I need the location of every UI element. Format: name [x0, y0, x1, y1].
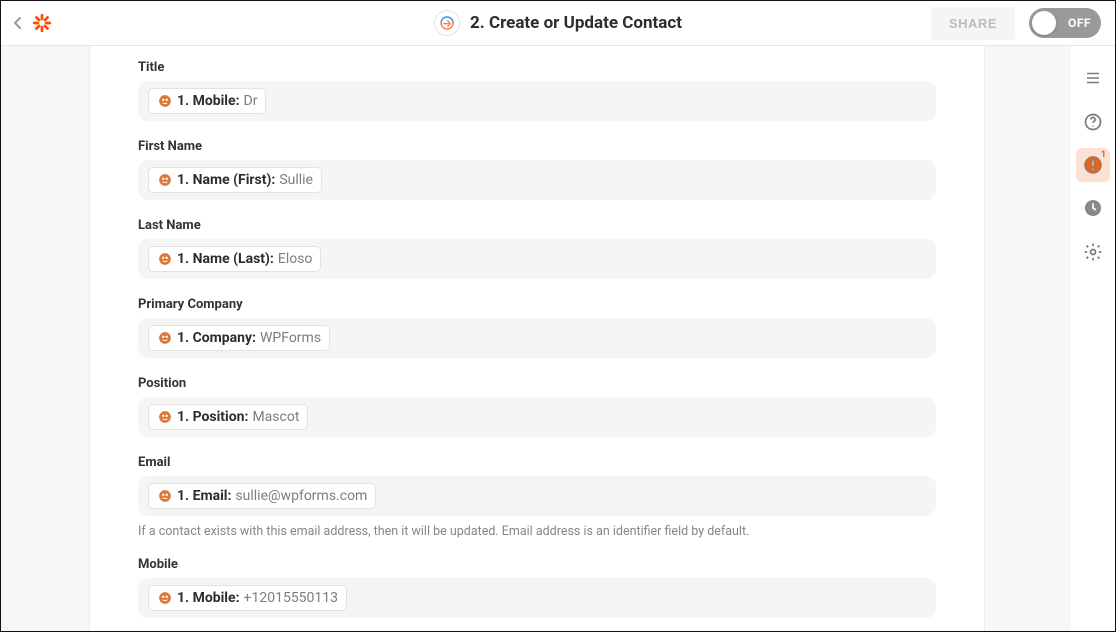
field-input[interactable]: 1. Name (First): Sullie — [138, 160, 936, 200]
value-pill[interactable]: 1. Mobile: Dr — [148, 88, 266, 114]
pill-key: 1. Company: — [177, 330, 256, 346]
pill-value: Sullie — [279, 172, 313, 188]
pill-value: Dr — [244, 93, 258, 109]
outline-icon[interactable] — [1071, 56, 1115, 100]
field-mobile: Mobile 1. Mobile: +12015550113 — [138, 557, 936, 618]
field-input[interactable]: 1. Company: WPForms — [138, 318, 936, 358]
value-pill[interactable]: 1. Company: WPForms — [148, 325, 330, 351]
source-app-icon — [157, 172, 173, 188]
source-app-icon — [157, 330, 173, 346]
pill-value: +12015550113 — [244, 590, 339, 606]
form-panel: Title 1. Mobile: Dr First Name 1. Name (… — [89, 46, 985, 631]
field-first-name: First Name 1. Name (First): Sullie — [138, 139, 936, 200]
help-icon[interactable] — [1071, 100, 1115, 144]
step-title: 2. Create or Update Contact — [434, 10, 682, 36]
field-input[interactable]: 1. Name (Last): Eloso — [138, 239, 936, 279]
zapier-logo-icon — [31, 12, 53, 34]
source-app-icon — [157, 93, 173, 109]
value-pill[interactable]: 1. Mobile: +12015550113 — [148, 585, 347, 611]
pill-key: 1. Mobile: — [177, 93, 240, 109]
field-input[interactable]: 1. Position: Mascot — [138, 397, 936, 437]
share-button[interactable]: SHARE — [931, 7, 1015, 40]
field-input[interactable]: 1. Email: sullie@wpforms.com — [138, 476, 936, 516]
topbar: 2. Create or Update Contact SHARE OFF — [1, 1, 1115, 46]
source-app-icon — [157, 488, 173, 504]
pill-key: 1. Name (First): — [177, 172, 275, 188]
value-pill[interactable]: 1. Name (First): Sullie — [148, 167, 322, 193]
pill-key: 1. Mobile: — [177, 590, 240, 606]
pill-value: sullie@wpforms.com — [235, 488, 367, 504]
field-label: Primary Company — [138, 297, 936, 312]
field-label: Last Name — [138, 218, 936, 233]
field-last-name: Last Name 1. Name (Last): Eloso — [138, 218, 936, 279]
source-app-icon — [157, 251, 173, 267]
toggle-knob — [1032, 11, 1056, 35]
value-pill[interactable]: 1. Email: sullie@wpforms.com — [148, 483, 376, 509]
field-label: Email — [138, 455, 936, 470]
field-primary-company: Primary Company 1. Company: WPForms — [138, 297, 936, 358]
field-label: Title — [138, 60, 936, 75]
left-gutter — [1, 46, 89, 631]
pill-key: 1. Email: — [177, 488, 231, 504]
history-icon[interactable] — [1071, 186, 1115, 230]
pill-value: Mascot — [252, 409, 299, 425]
pill-key: 1. Name (Last): — [177, 251, 274, 267]
settings-icon[interactable] — [1071, 230, 1115, 274]
app-icon — [434, 10, 460, 36]
right-gutter — [985, 46, 1071, 631]
step-title-text: 2. Create or Update Contact — [470, 13, 682, 33]
source-app-icon — [157, 409, 173, 425]
field-help-text: If a contact exists with this email addr… — [138, 524, 936, 539]
field-label: Position — [138, 376, 936, 391]
value-pill[interactable]: 1. Position: Mascot — [148, 404, 308, 430]
field-input[interactable]: 1. Mobile: +12015550113 — [138, 578, 936, 618]
pill-value: WPForms — [260, 330, 321, 346]
field-input[interactable]: 1. Mobile: Dr — [138, 81, 936, 121]
pill-key: 1. Position: — [177, 409, 248, 425]
field-label: Mobile — [138, 557, 936, 572]
error-icon[interactable]: 1 — [1076, 148, 1110, 182]
field-position: Position 1. Position: Mascot — [138, 376, 936, 437]
value-pill[interactable]: 1. Name (Last): Eloso — [148, 246, 321, 272]
field-email: Email 1. Email: sullie@wpforms.com If a … — [138, 455, 936, 539]
field-label: First Name — [138, 139, 936, 154]
side-toolbar: 1 — [1071, 46, 1115, 631]
pill-value: Eloso — [278, 251, 313, 267]
field-title: Title 1. Mobile: Dr — [138, 60, 936, 121]
source-app-icon — [157, 590, 173, 606]
layout: Title 1. Mobile: Dr First Name 1. Name (… — [1, 46, 1115, 631]
enable-toggle[interactable]: OFF — [1029, 8, 1101, 38]
error-badge: 1 — [1101, 150, 1106, 160]
back-button[interactable] — [9, 14, 27, 32]
toggle-label: OFF — [1068, 16, 1091, 30]
